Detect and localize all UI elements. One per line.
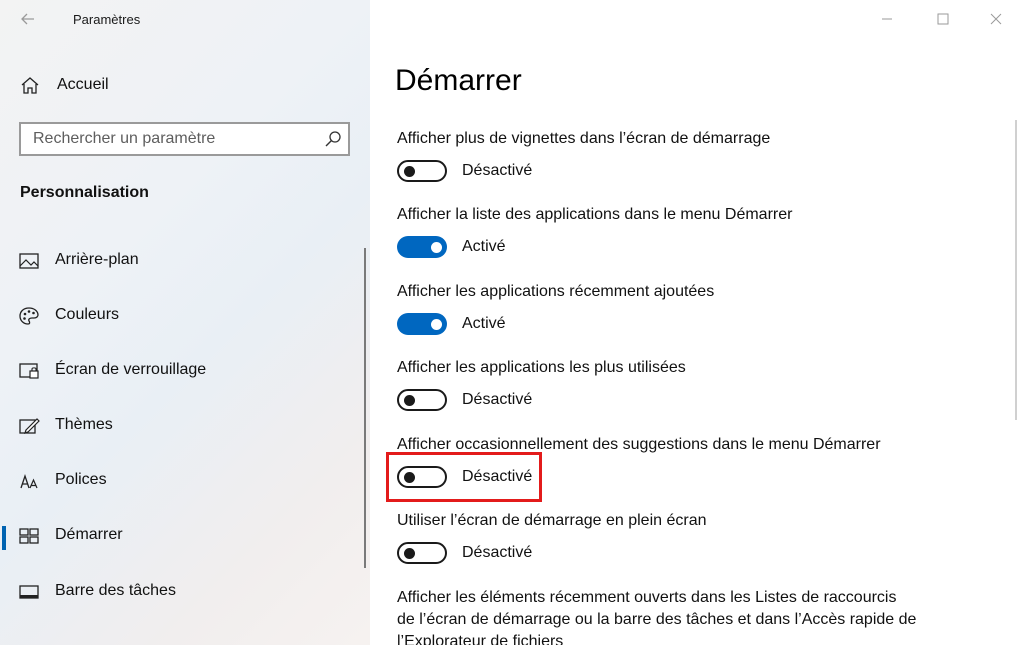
toggle-switch[interactable] <box>397 160 447 182</box>
picture-icon <box>19 253 39 269</box>
toggle-state-label: Désactivé <box>462 544 533 561</box>
home-nav-item[interactable]: Accueil <box>0 70 370 102</box>
maximize-icon <box>937 13 949 25</box>
sidebar-item-themes[interactable]: Thèmes <box>0 406 370 446</box>
start-icon <box>19 528 39 544</box>
search-box[interactable] <box>19 122 350 156</box>
sidebar-item-label: Arrière-plan <box>55 251 139 268</box>
setting-label: Afficher plus de vignettes dans l’écran … <box>397 130 771 147</box>
sidebar-item-demarrer[interactable]: Démarrer <box>0 516 370 556</box>
sidebar-item-label: Démarrer <box>55 526 123 543</box>
sidebar-item-label: Écran de verrouillage <box>55 361 207 378</box>
app-title: Paramètres <box>73 12 141 27</box>
toggle-knob <box>431 318 442 330</box>
setting-more-tiles: Afficher plus de vignettes dans l’écran … <box>397 130 997 188</box>
back-button[interactable] <box>14 6 42 32</box>
setting-recently-added: Afficher les applications récemment ajou… <box>397 283 997 341</box>
toggle-switch[interactable] <box>397 542 447 564</box>
main-scrollbar[interactable] <box>1015 120 1017 420</box>
main-content: Démarrer Afficher plus de vignettes dans… <box>370 0 1024 645</box>
home-label: Accueil <box>57 76 109 93</box>
setting-fullscreen-start: Utiliser l’écran de démarrage en plein é… <box>397 512 997 570</box>
sidebar-item-ecran-de-verrouillage[interactable]: Écran de verrouillage <box>0 351 370 391</box>
toggle-row: Désactivé <box>397 540 997 570</box>
page-title: Démarrer <box>395 64 522 97</box>
toggle-state-label: Désactivé <box>462 162 533 179</box>
palette-icon <box>19 307 39 325</box>
sidebar-item-label: Polices <box>55 471 107 488</box>
minimize-button[interactable] <box>864 6 910 32</box>
back-arrow-icon <box>21 13 34 25</box>
sidebar-item-arriere-plan[interactable]: Arrière-plan <box>0 241 370 281</box>
setting-label: Afficher la liste des applications dans … <box>397 206 793 223</box>
section-title: Personnalisation <box>20 184 149 201</box>
maximize-button[interactable] <box>920 6 966 32</box>
toggle-knob <box>404 548 415 559</box>
lock-screen-icon <box>19 363 39 379</box>
toggle-switch[interactable] <box>397 313 447 335</box>
home-icon <box>21 77 39 94</box>
setting-label-recent-items: Afficher les éléments récemment ouverts … <box>397 589 917 645</box>
toggle-row: Désactivé <box>397 387 997 417</box>
setting-label: Utiliser l’écran de démarrage en plein é… <box>397 512 707 529</box>
toggle-row: Activé <box>397 234 997 264</box>
toggle-row: Activé <box>397 311 997 341</box>
sidebar-item-label: Barre des tâches <box>55 582 176 599</box>
toggle-knob <box>431 241 442 253</box>
close-icon <box>990 13 1002 25</box>
setting-app-list: Afficher la liste des applications dans … <box>397 206 997 264</box>
sidebar: Paramètres Accueil Personnalisation Arri… <box>0 0 370 645</box>
fonts-icon <box>20 473 38 489</box>
title-bar: Paramètres <box>0 0 370 40</box>
minimize-icon <box>882 18 892 20</box>
taskbar-icon <box>19 585 39 599</box>
toggle-row: Désactivé <box>397 158 997 188</box>
toggle-state-label: Activé <box>462 315 506 332</box>
toggle-switch[interactable] <box>397 236 447 258</box>
toggle-state-label: Activé <box>462 238 506 255</box>
themes-icon <box>19 418 40 434</box>
sidebar-item-couleurs[interactable]: Couleurs <box>0 296 370 336</box>
sidebar-item-polices[interactable]: Polices <box>0 461 370 501</box>
setting-label: Afficher les applications récemment ajou… <box>397 283 715 300</box>
search-icon[interactable] <box>324 130 342 148</box>
toggle-state-label: Désactivé <box>462 391 533 408</box>
selection-indicator <box>2 526 6 550</box>
highlight-annotation-box <box>386 452 542 502</box>
setting-label: Afficher les applications les plus utili… <box>397 359 686 376</box>
toggle-switch[interactable] <box>397 389 447 411</box>
setting-most-used: Afficher les applications les plus utili… <box>397 359 997 417</box>
sidebar-scrollbar[interactable] <box>364 248 366 568</box>
toggle-knob <box>404 395 415 406</box>
sidebar-item-barre-des-taches[interactable]: Barre des tâches <box>0 572 370 612</box>
search-input[interactable] <box>21 124 311 154</box>
sidebar-item-label: Couleurs <box>55 306 120 323</box>
close-button[interactable] <box>973 6 1019 32</box>
toggle-knob <box>404 166 415 177</box>
sidebar-item-label: Thèmes <box>55 416 113 433</box>
